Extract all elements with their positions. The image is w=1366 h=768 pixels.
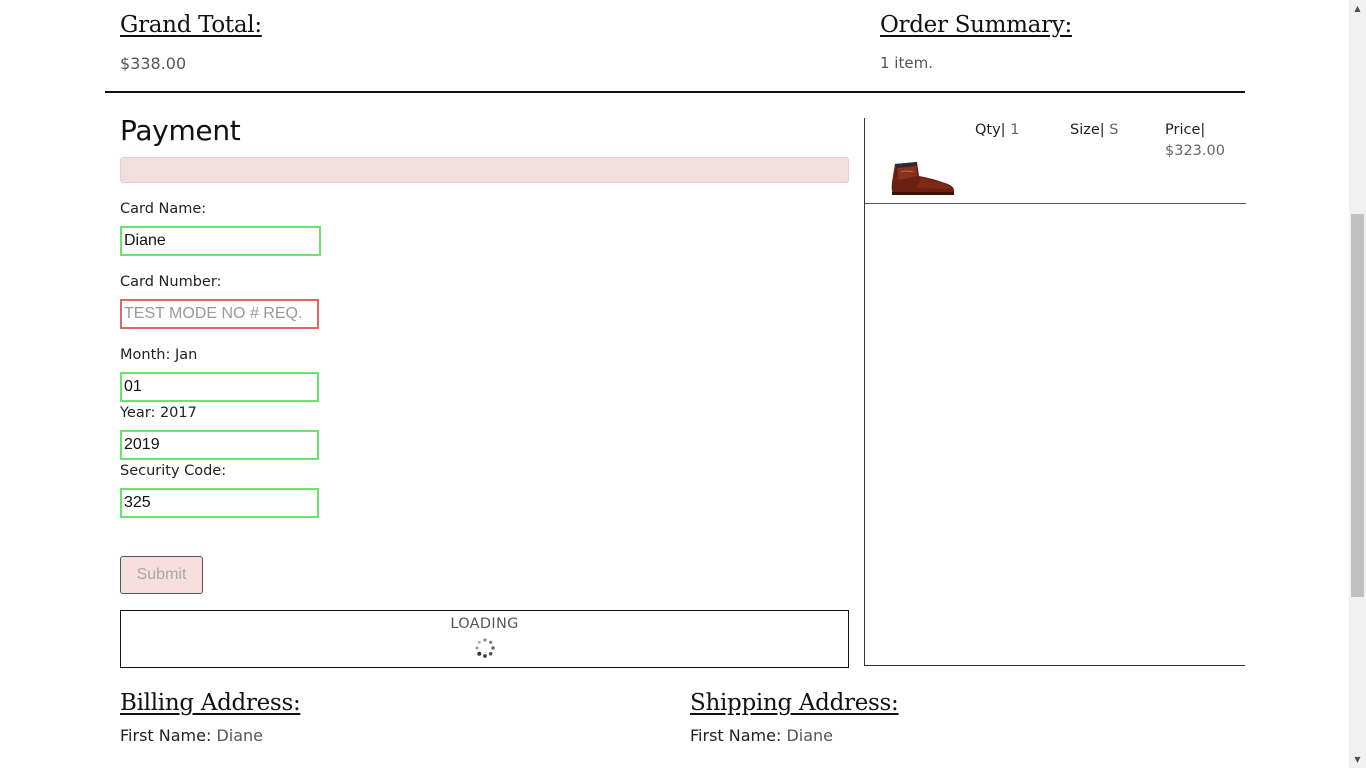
order-summary-heading: Order Summary:: [880, 12, 1072, 38]
grand-total-section: Grand Total: $338.00: [120, 12, 262, 73]
shipping-address-heading: Shipping Address:: [690, 690, 899, 716]
year-input[interactable]: [120, 430, 319, 460]
loading-panel: LOADING: [120, 610, 849, 668]
card-number-input[interactable]: [120, 299, 319, 329]
payment-title: Payment: [120, 114, 241, 147]
header-divider: [105, 91, 1245, 93]
card-name-input[interactable]: [120, 226, 321, 256]
size-value: S: [1109, 122, 1119, 138]
payment-form: Payment Card Name: Card Number: Month: J…: [120, 114, 850, 518]
boot-product-image: [891, 162, 955, 195]
scroll-thumb[interactable]: [1351, 214, 1364, 597]
qty-label: Qty|: [975, 122, 1006, 138]
security-code-label: Security Code:: [120, 463, 227, 479]
month-label: Month: Jan: [120, 347, 198, 363]
checkout-page: Grand Total: $338.00 Order Summary: 1 it…: [0, 0, 1366, 768]
loading-text: LOADING: [450, 616, 519, 632]
spinner-icon: [475, 638, 495, 658]
billing-first-name-label: First Name:: [120, 726, 212, 745]
card-number-label: Card Number:: [120, 274, 222, 290]
submit-button[interactable]: Submit: [120, 556, 203, 594]
size-field: Size| S: [1070, 122, 1118, 138]
scroll-up-icon[interactable]: ▲: [1349, 0, 1366, 17]
billing-first-name: First Name: Diane: [120, 726, 300, 745]
order-items-panel: Qty| 1 Size| S Price| $323.00: [864, 118, 1246, 666]
month-input[interactable]: [120, 372, 319, 402]
page-scrollbar[interactable]: ▲ ▼: [1349, 0, 1366, 768]
order-row-divider: [865, 203, 1246, 204]
order-summary-section: Order Summary: 1 item.: [880, 12, 1072, 72]
qty-field: Qty| 1: [975, 122, 1019, 138]
shipping-first-name-label: First Name:: [690, 726, 782, 745]
shipping-address-section: Shipping Address: First Name: Diane: [690, 690, 899, 745]
year-label: Year: 2017: [120, 405, 197, 421]
order-item-count: 1 item.: [880, 54, 933, 72]
scroll-down-icon[interactable]: ▼: [1349, 751, 1366, 768]
billing-address-heading: Billing Address:: [120, 690, 301, 716]
qty-value: 1: [1010, 122, 1020, 138]
grand-total-heading: Grand Total:: [120, 12, 262, 38]
price-value: $323.00: [1165, 143, 1225, 159]
price-field: Price| $323.00: [1165, 122, 1225, 159]
billing-first-name-value: Diane: [216, 726, 264, 745]
price-label: Price|: [1165, 122, 1206, 138]
security-code-input[interactable]: [120, 488, 319, 518]
shipping-first-name-value: Diane: [786, 726, 834, 745]
size-label: Size|: [1070, 122, 1105, 138]
billing-address-section: Billing Address: First Name: Diane: [120, 690, 301, 745]
grand-total-value: $338.00: [120, 54, 187, 73]
card-name-label: Card Name:: [120, 201, 207, 217]
shipping-first-name: First Name: Diane: [690, 726, 899, 745]
error-alert: [120, 157, 849, 183]
